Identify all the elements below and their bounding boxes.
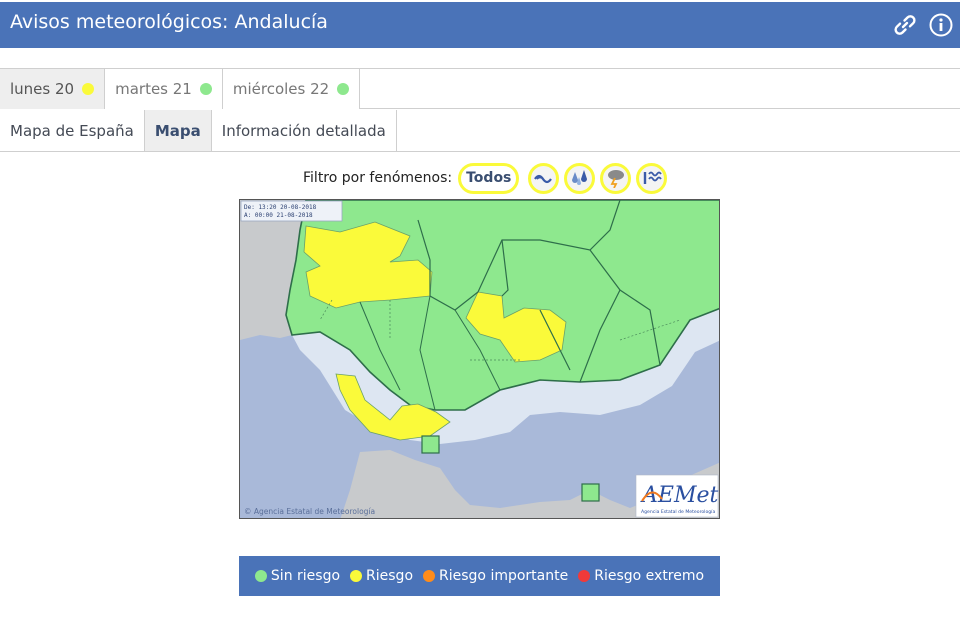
- legend-dot-icon: [423, 570, 436, 582]
- page-title: Avisos meteorológicos: Andalucía: [10, 11, 328, 33]
- legend-dot-icon: [578, 570, 591, 582]
- validity-from: De: 13:20 20-08-2018: [244, 204, 317, 211]
- coastal-icon[interactable]: [636, 162, 668, 194]
- legend-dot-icon: [254, 570, 267, 582]
- legend-item-sin-riesgo: Sin riesgo: [254, 568, 341, 584]
- tab-label: miércoles 22: [232, 80, 330, 98]
- tab-mapa-espana[interactable]: Mapa de España: [0, 110, 145, 151]
- validity-to: A: 00:00 21-08-2018: [244, 212, 313, 219]
- tab-label: martes 21: [115, 80, 192, 98]
- legend-label: Riesgo extremo: [594, 568, 705, 584]
- status-dot-icon: [82, 83, 95, 95]
- tab-miercoles-22[interactable]: miércoles 22: [222, 69, 361, 109]
- legend-label: Riesgo: [366, 568, 414, 584]
- legend-item-riesgo-extremo: Riesgo extremo: [578, 568, 704, 584]
- legend-dot-icon: [350, 570, 363, 582]
- day-tabs: lunes 20 martes 21 miércoles 22: [0, 68, 960, 109]
- tab-label: lunes 20: [10, 80, 75, 98]
- info-icon[interactable]: [928, 12, 954, 38]
- legend-label: Sin riesgo: [270, 568, 341, 584]
- view-tabs: Mapa de España Mapa Información detallad…: [0, 110, 960, 152]
- status-dot-icon: [199, 83, 212, 95]
- aemet-logo-text: AEMet: [640, 483, 718, 508]
- tab-informacion-detallada[interactable]: Información detallada: [211, 110, 397, 151]
- status-dot-icon: [337, 83, 350, 95]
- ceuta-zone: [421, 435, 440, 454]
- andalucia-map: De: 13:20 20-08-2018 A: 00:00 21-08-2018…: [240, 200, 719, 518]
- wind-icon[interactable]: [528, 162, 560, 194]
- storm-icon[interactable]: [600, 162, 632, 194]
- map-copyright: © Agencia Estatal de Meteorología: [244, 507, 375, 516]
- warnings-map[interactable]: De: 13:20 20-08-2018 A: 00:00 21-08-2018…: [239, 199, 720, 519]
- legend-label: Riesgo importante: [439, 568, 569, 584]
- legend-item-riesgo-importante: Riesgo importante: [423, 568, 568, 584]
- legend-item-riesgo: Riesgo: [350, 568, 413, 584]
- aemet-logo-subtext: Agencia Estatal de Meteorología: [641, 508, 715, 515]
- melilla-zone: [581, 483, 600, 502]
- tab-lunes-20[interactable]: lunes 20: [0, 69, 106, 109]
- tab-mapa[interactable]: Mapa: [144, 110, 212, 151]
- rain-icon[interactable]: [564, 162, 596, 194]
- tab-martes-21[interactable]: martes 21: [105, 69, 223, 109]
- phenomena-filter: Filtro por fenómenos: Todos: [303, 162, 668, 194]
- page-header: Avisos meteorológicos: Andalucía: [0, 0, 960, 48]
- link-icon[interactable]: [892, 12, 918, 38]
- filter-label: Filtro por fenómenos:: [303, 170, 453, 186]
- map-legend: Sin riesgo Riesgo Riesgo importante Ries…: [239, 556, 720, 596]
- filter-all-button[interactable]: Todos: [458, 162, 520, 194]
